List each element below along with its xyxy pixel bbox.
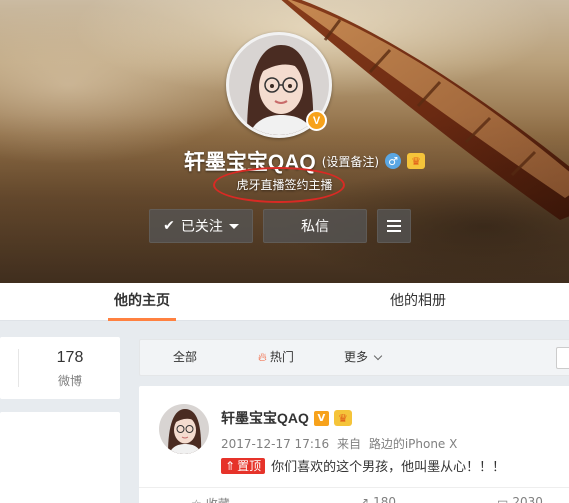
male-icon: ♂ bbox=[385, 153, 402, 169]
highlight-ellipse bbox=[213, 167, 345, 203]
star-icon: ☆ bbox=[191, 497, 202, 503]
verified-v-icon: V bbox=[306, 110, 327, 131]
tab-home[interactable]: 他的主页 bbox=[108, 283, 176, 321]
pinned-badge: ⇑ 置顶 bbox=[221, 457, 266, 474]
set-remark-link[interactable]: (设置备注) bbox=[322, 153, 379, 170]
filter-more[interactable]: 更多 bbox=[344, 340, 383, 375]
private-message-label: 私信 bbox=[301, 219, 329, 235]
left-info-card bbox=[0, 412, 120, 503]
verified-v-icon: V bbox=[313, 410, 329, 426]
comment-button[interactable]: ▭ 2030 bbox=[497, 495, 543, 503]
vip-member-icon[interactable]: ♛ bbox=[333, 410, 352, 426]
stat-divider bbox=[18, 349, 19, 387]
menu-icon bbox=[387, 220, 401, 232]
vip-member-icon[interactable]: ♛ bbox=[407, 153, 426, 169]
pin-icon: ⇑ bbox=[225, 458, 236, 473]
post-avatar-image bbox=[159, 404, 209, 454]
followed-button[interactable]: ✔ 已关注 bbox=[149, 209, 253, 243]
feed-filter-bar: 全部 🔥︎ 热门 更多 bbox=[139, 339, 569, 376]
weibo-count-label: 微博 bbox=[57, 374, 82, 388]
forward-icon: ↗ bbox=[359, 495, 370, 503]
flame-icon: 🔥︎ bbox=[258, 350, 267, 364]
forward-count: 180 bbox=[373, 495, 396, 503]
favorite-button[interactable]: ☆ 收藏 bbox=[191, 495, 230, 503]
weibo-count[interactable]: 178 bbox=[20, 349, 120, 367]
comment-icon: ▭ bbox=[497, 495, 509, 503]
comment-count: 2030 bbox=[512, 495, 543, 503]
feed-search-input[interactable] bbox=[556, 347, 569, 369]
check-icon: ✔ bbox=[163, 218, 175, 234]
post-meta: 2017-12-17 17:16 来自 路边的iPhone X bbox=[221, 435, 461, 452]
post-author-name[interactable]: 轩墨宝宝QAQ bbox=[221, 408, 309, 428]
post-source[interactable]: 路边的iPhone X bbox=[369, 437, 458, 451]
filter-all[interactable]: 全部 bbox=[173, 340, 197, 375]
pinned-label: 置顶 bbox=[237, 458, 262, 473]
chevron-down-icon bbox=[373, 351, 383, 361]
post-timestamp[interactable]: 2017-12-17 17:16 bbox=[221, 437, 329, 451]
caret-down-icon bbox=[228, 223, 239, 229]
post-content-row: ⇑ 置顶 你们喜欢的这个男孩，他叫墨从心！！！ bbox=[221, 456, 505, 475]
tab-album[interactable]: 他的相册 bbox=[384, 283, 452, 321]
post-source-prefix: 来自 bbox=[336, 437, 361, 451]
filter-more-label: 更多 bbox=[344, 350, 369, 364]
feed-post: 轩墨宝宝QAQ V ♛ 2017-12-17 17:16 来自 路边的iPhon… bbox=[139, 386, 569, 503]
favorite-label: 收藏 bbox=[206, 495, 230, 503]
filter-hot-label: 热门 bbox=[269, 350, 294, 364]
post-divider bbox=[139, 487, 569, 488]
forward-button[interactable]: ↗ 180 bbox=[359, 495, 396, 503]
post-author-row: 轩墨宝宝QAQ V ♛ bbox=[221, 408, 352, 428]
post-text: 你们喜欢的这个男孩，他叫墨从心！！！ bbox=[271, 460, 506, 475]
post-author-avatar[interactable] bbox=[159, 404, 209, 454]
private-message-button[interactable]: 私信 bbox=[263, 209, 367, 243]
filter-all-label: 全部 bbox=[173, 350, 198, 364]
more-menu-button[interactable] bbox=[377, 209, 411, 243]
followed-label: 已关注 bbox=[180, 219, 223, 235]
profile-tab-bar: 他的主页 他的相册 bbox=[0, 283, 569, 321]
filter-hot[interactable]: 🔥︎ 热门 bbox=[258, 340, 294, 375]
stats-card: 178 微博 bbox=[0, 337, 120, 399]
